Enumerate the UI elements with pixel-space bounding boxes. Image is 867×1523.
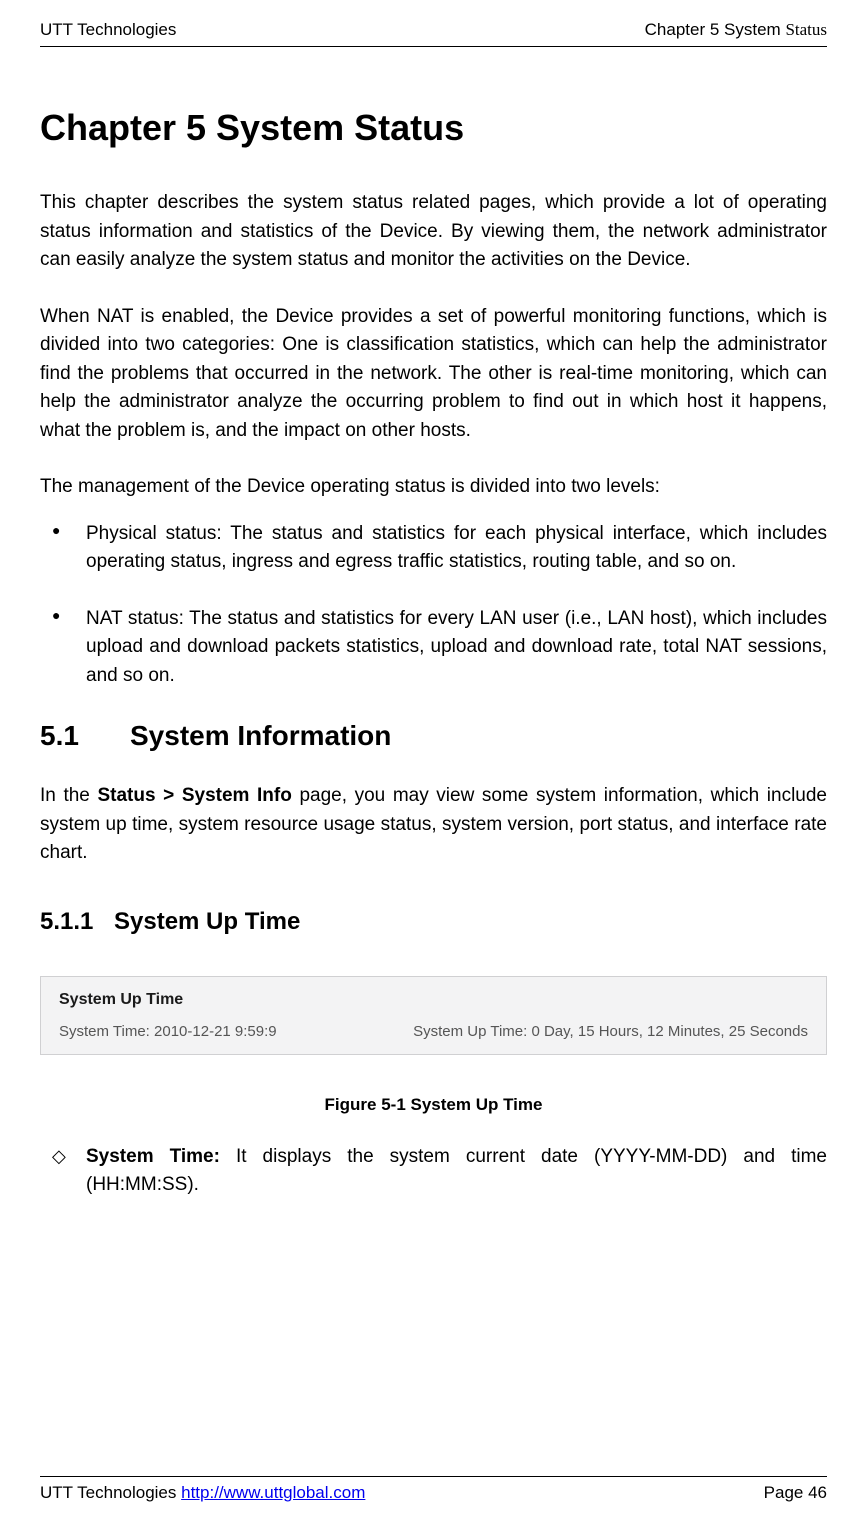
list-item: System Time: It displays the system curr… (40, 1143, 827, 1200)
chapter-title: Chapter 5 System Status (40, 107, 827, 149)
field-term: System Time: (86, 1146, 220, 1167)
section-5-1-heading: 5.1System Information (40, 720, 827, 752)
subsection-number: 5.1.1 (40, 908, 114, 936)
figure-caption: Figure 5-1 System Up Time (40, 1095, 827, 1115)
status-levels-list: Physical status: The status and statisti… (40, 520, 827, 691)
page-header: UTT Technologies Chapter 5 System Status (40, 20, 827, 47)
intro-paragraph-1: This chapter describes the system status… (40, 189, 827, 275)
panel-title: System Up Time (59, 991, 808, 1009)
section-5-1-1-heading: 5.1.1System Up Time (40, 908, 827, 936)
list-item: NAT status: The status and statistics fo… (40, 605, 827, 691)
system-time-field: System Time: 2010-12-21 9:59:9 (59, 1023, 277, 1040)
header-left: UTT Technologies (40, 20, 176, 40)
page-footer: UTT Technologies http://www.uttglobal.co… (40, 1476, 827, 1503)
panel-row: System Time: 2010-12-21 9:59:9 System Up… (59, 1023, 808, 1040)
page-number: Page 46 (764, 1483, 827, 1503)
footer-left: UTT Technologies http://www.uttglobal.co… (40, 1483, 365, 1503)
system-uptime-field: System Up Time: 0 Day, 15 Hours, 12 Minu… (413, 1023, 808, 1040)
system-up-time-panel: System Up Time System Time: 2010-12-21 9… (40, 976, 827, 1055)
section-number: 5.1 (40, 720, 130, 752)
intro-prefix: In the (40, 785, 97, 806)
section-title-text: System Information (130, 720, 391, 751)
field-description-list: System Time: It displays the system curr… (40, 1143, 827, 1200)
system-uptime-label: System Up Time: (413, 1023, 531, 1040)
header-right-status: Status (785, 20, 827, 39)
header-right-prefix: Chapter 5 System (645, 20, 786, 39)
intro-paragraph-2: When NAT is enabled, the Device provides… (40, 303, 827, 446)
system-uptime-value: 0 Day, 15 Hours, 12 Minutes, 25 Seconds (531, 1023, 808, 1040)
list-item: Physical status: The status and statisti… (40, 520, 827, 577)
section-5-1-intro: In the Status > System Info page, you ma… (40, 782, 827, 868)
footer-company: UTT Technologies (40, 1483, 181, 1502)
breadcrumb-path: Status > System Info (97, 785, 291, 806)
system-time-label: System Time: (59, 1023, 154, 1040)
header-right: Chapter 5 System Status (645, 20, 827, 40)
intro-paragraph-3: The management of the Device operating s… (40, 473, 827, 502)
subsection-title-text: System Up Time (114, 908, 300, 935)
system-time-value: 2010-12-21 9:59:9 (154, 1023, 277, 1040)
footer-link[interactable]: http://www.uttglobal.com (181, 1483, 365, 1502)
